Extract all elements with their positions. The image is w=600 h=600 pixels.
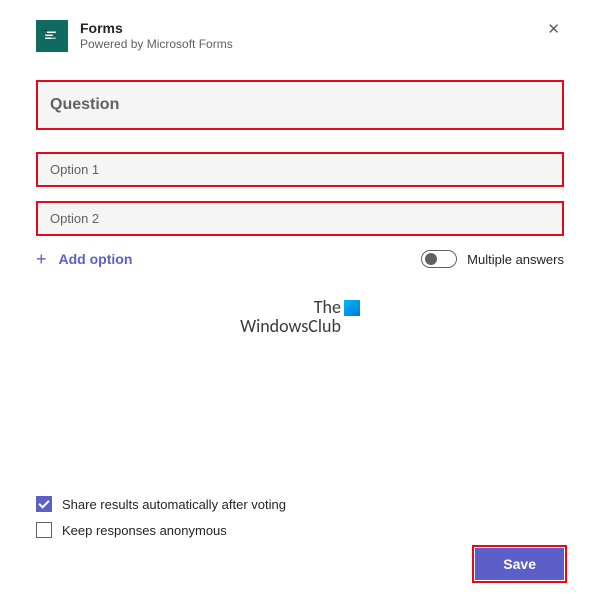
option-input-2[interactable]: Option 2	[36, 201, 564, 236]
multiple-answers-label: Multiple answers	[467, 252, 564, 267]
keep-anonymous-label: Keep responses anonymous	[62, 523, 227, 538]
app-subtitle: Powered by Microsoft Forms	[80, 37, 531, 51]
share-results-checkbox[interactable]	[36, 496, 52, 512]
watermark-square-icon	[344, 300, 360, 316]
close-icon[interactable]: ✕	[543, 20, 564, 39]
watermark: The WindowsClub	[36, 298, 564, 336]
dialog-header: F Forms Powered by Microsoft Forms ✕	[36, 20, 564, 52]
option-input-1[interactable]: Option 1	[36, 152, 564, 187]
app-title: Forms	[80, 20, 531, 36]
plus-icon: +	[36, 250, 47, 268]
question-input[interactable]: Question	[36, 80, 564, 130]
forms-app-icon: F	[36, 20, 68, 52]
keep-anonymous-checkbox[interactable]	[36, 522, 52, 538]
watermark-line2: WindowsClub	[240, 317, 341, 336]
toggle-knob	[425, 253, 437, 265]
add-option-button[interactable]: + Add option	[36, 250, 132, 268]
save-button[interactable]: Save	[475, 548, 564, 580]
multiple-answers-toggle[interactable]	[421, 250, 457, 268]
share-results-label: Share results automatically after voting	[62, 497, 286, 512]
add-option-label: Add option	[59, 251, 133, 267]
